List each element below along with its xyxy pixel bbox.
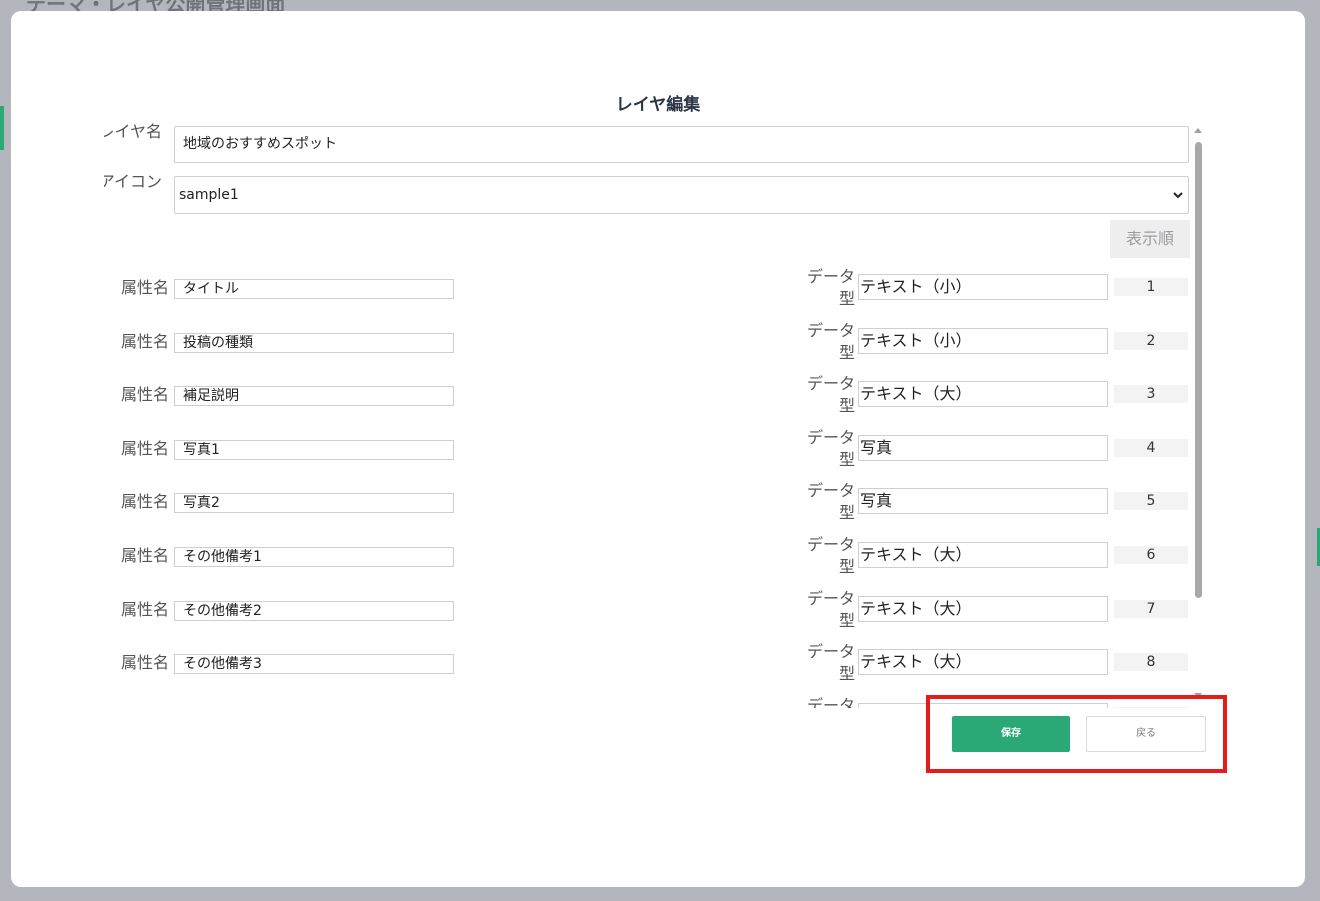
data-type-label: データ型 <box>806 427 855 469</box>
data-type-input[interactable]: テキスト（大） <box>858 595 1108 622</box>
display-order-value[interactable]: 5 <box>1114 492 1188 511</box>
layer-name-label-text: レイヤ名 <box>104 122 162 141</box>
attribute-name-input[interactable]: 写真1 <box>174 439 454 460</box>
data-type-label: データ型 <box>806 374 855 416</box>
data-type-input[interactable]: 写真 <box>858 434 1108 461</box>
data-type-input[interactable]: テキスト（大） <box>858 649 1108 676</box>
icon-select-value: sample1 <box>179 187 239 203</box>
attribute-row: 属性名 その他備考2 データ型 テキスト（大） 7 <box>104 589 1194 640</box>
attribute-name-input[interactable]: その他備考2 <box>174 600 454 621</box>
attribute-row: 属性名 補足説明 データ型 テキスト（大） 3 <box>104 374 1194 425</box>
data-type-input[interactable]: 写真 <box>858 488 1108 515</box>
attribute-name-input[interactable]: 補足説明 <box>174 386 454 407</box>
attribute-name-input[interactable]: その他備考1 <box>174 547 454 567</box>
data-type-input[interactable]: テキスト（小） <box>858 327 1108 354</box>
chevron-down-icon <box>1173 192 1183 199</box>
attribute-row: 属性名 タイトル データ型 テキスト（小） 1 <box>104 267 1194 318</box>
attribute-row: 属性名 写真2 データ型 写真 5 <box>104 481 1194 532</box>
back-button[interactable]: 戻る <box>1086 716 1206 752</box>
attribute-name-input[interactable]: 写真2 <box>174 493 454 514</box>
attribute-name-label: 属性名 <box>121 385 170 405</box>
display-order-value[interactable]: 6 <box>1114 546 1188 564</box>
attribute-name-label: 属性名 <box>121 278 170 297</box>
icon-select[interactable]: sample1 <box>174 176 1189 214</box>
display-order-value[interactable]: 2 <box>1114 331 1188 350</box>
attribute-name-label: 属性名 <box>121 438 170 458</box>
attribute-row: 属性名 その他備考1 データ型 テキスト（大） 6 <box>104 535 1194 586</box>
attribute-row: 属性名 投稿の種類 データ型 テキスト（小） 2 <box>104 321 1194 372</box>
data-type-input[interactable]: テキスト（大） <box>858 542 1108 568</box>
attribute-name-label: 属性名 <box>121 707 169 708</box>
scrollbar[interactable] <box>1193 126 1203 698</box>
attribute-name-input[interactable]: タイトル <box>174 279 454 299</box>
save-button[interactable]: 保存 <box>952 716 1070 752</box>
attribute-name-input[interactable]: その他備考3 <box>174 654 454 675</box>
icon-label-text: アイコン <box>104 172 162 191</box>
data-type-label: データ型 <box>806 695 855 708</box>
data-type-input[interactable]: テキスト（大） <box>858 381 1108 408</box>
display-order-value[interactable]: 7 <box>1114 599 1188 618</box>
layer-name-label: レイヤ名 <box>104 122 162 142</box>
background-accent-bar <box>0 106 4 150</box>
attribute-name-label: 属性名 <box>121 492 170 512</box>
display-order-header: 表示順 <box>1110 220 1190 258</box>
modal-title: レイヤ編集 <box>615 95 701 115</box>
data-type-label: データ型 <box>806 588 855 630</box>
data-type-label: データ型 <box>806 535 855 576</box>
attribute-name-label: 属性名 <box>121 546 170 565</box>
attribute-row: 属性名 その他備考3 データ型 テキスト（大） 8 <box>104 642 1194 693</box>
layer-name-input[interactable]: 地域のおすすめスポット <box>174 126 1189 163</box>
attribute-name-label: 属性名 <box>121 653 170 673</box>
data-type-label: データ型 <box>806 642 855 684</box>
display-order-value[interactable]: 4 <box>1114 438 1188 457</box>
scrollbar-thumb[interactable] <box>1195 142 1202 598</box>
icon-label: アイコン <box>104 172 162 192</box>
attribute-row: 属性名 写真1 データ型 写真 4 <box>104 428 1194 479</box>
display-order-value[interactable]: 1 <box>1114 278 1188 296</box>
data-type-label: データ型 <box>806 481 855 523</box>
layer-form-scroll-area[interactable]: レイヤ名 地域のおすすめスポット アイコン sample1 表示順 属性名 タイト… <box>104 114 1194 708</box>
data-type-label: データ型 <box>806 267 855 308</box>
display-order-value[interactable]: 8 <box>1114 653 1188 672</box>
attribute-name-input[interactable]: 投稿の種類 <box>174 332 454 353</box>
attribute-name-label: 属性名 <box>121 331 170 351</box>
attribute-name-label: 属性名 <box>121 599 170 619</box>
scroll-up-arrow-icon[interactable] <box>1194 128 1202 133</box>
display-order-value[interactable]: 3 <box>1114 385 1188 404</box>
data-type-input[interactable]: テキスト（小） <box>858 274 1108 300</box>
data-type-label: データ型 <box>806 320 855 362</box>
